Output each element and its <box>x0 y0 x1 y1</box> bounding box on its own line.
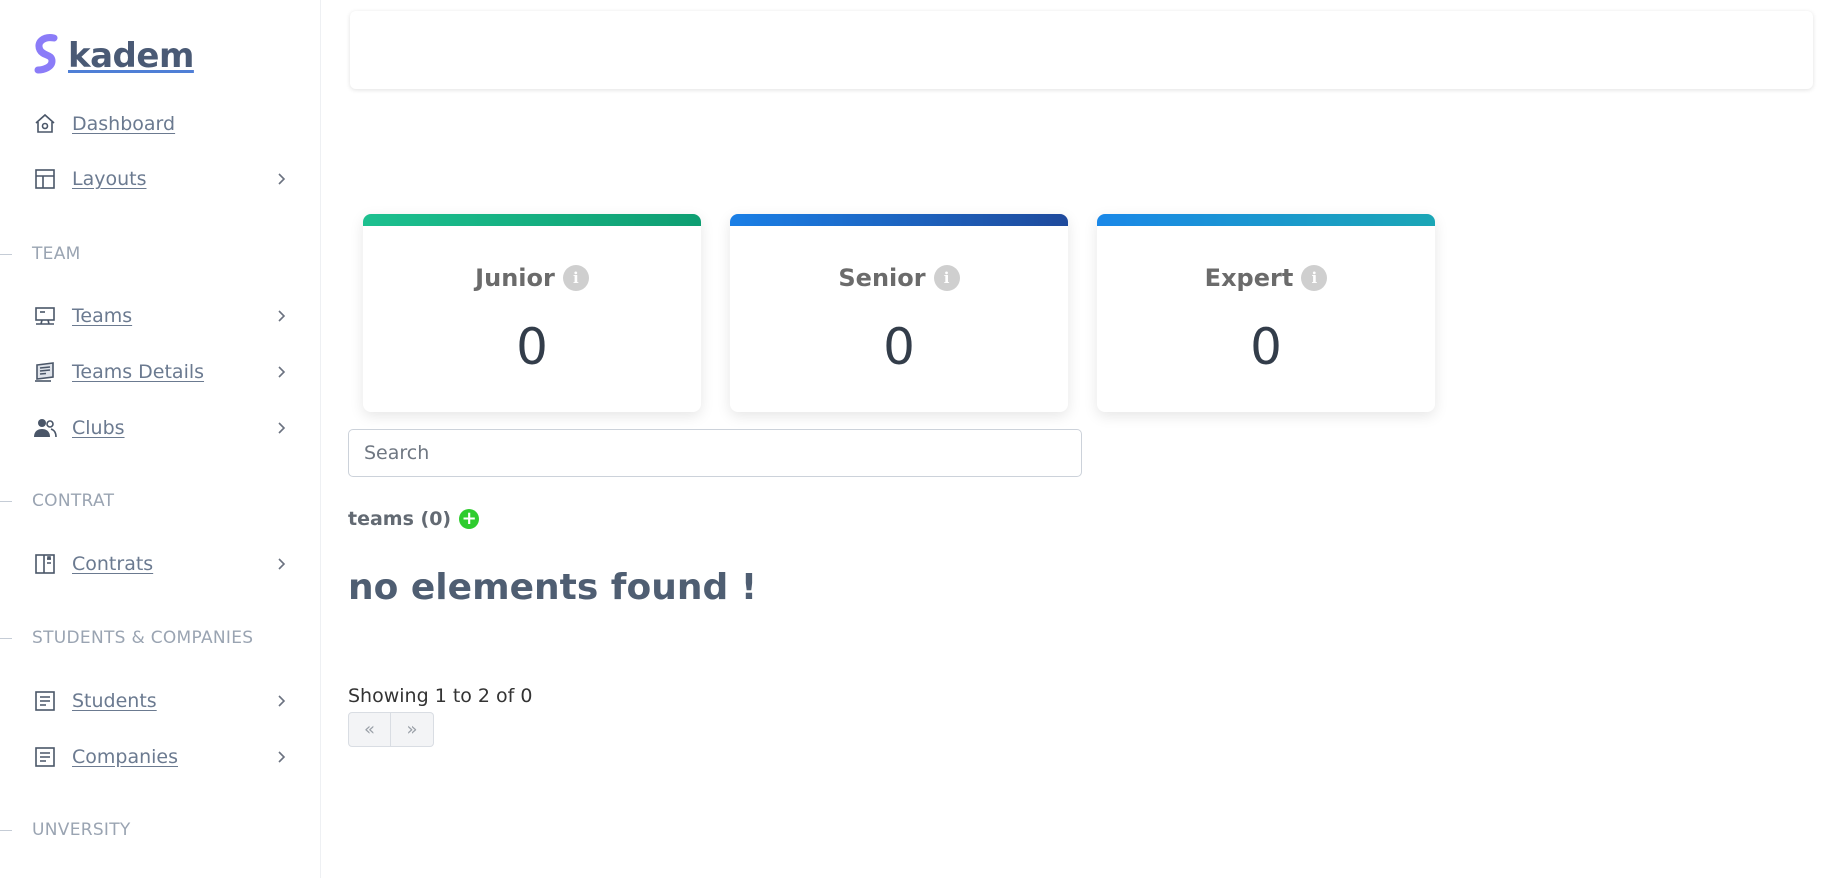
sidebar: kadem Dashboard Layouts TEAM Teams Teams… <box>0 0 320 878</box>
sidebar-item-label: Teams Details <box>72 361 205 383</box>
previous-page-button[interactable]: « <box>348 712 391 747</box>
sidebar-item-dashboard[interactable]: Dashboard <box>32 106 290 142</box>
sidebar-item-clubs[interactable]: Clubs <box>32 410 290 446</box>
card-value: 0 <box>883 318 915 376</box>
sidebar-item-teams[interactable]: Teams <box>32 298 290 334</box>
sidebar-item-label: Contrats <box>72 553 154 575</box>
next-page-button[interactable]: » <box>391 712 434 747</box>
section-divider <box>0 637 12 639</box>
card-value: 0 <box>1250 318 1282 376</box>
brand-name[interactable]: kadem <box>68 36 194 76</box>
section-label: UNVERSITY <box>32 820 131 840</box>
chevron-right-icon <box>278 366 286 378</box>
sidebar-item-teams-details[interactable]: Teams Details <box>32 354 290 390</box>
plus-circle-icon[interactable]: + <box>459 509 480 529</box>
section-divider <box>0 829 12 831</box>
sidebar-item-contrats[interactable]: Contrats <box>32 546 290 582</box>
sidebar-item-label: Dashboard <box>72 113 176 135</box>
sidebar-item-label: Teams <box>72 305 133 327</box>
section-label: STUDENTS & COMPANIES <box>32 628 254 648</box>
section-divider <box>0 253 12 255</box>
home-icon <box>32 111 58 137</box>
teams-count-label: teams (0) <box>348 508 452 530</box>
sidebar-item-students[interactable]: Students <box>32 683 290 719</box>
stat-card-junior: Junior i 0 <box>363 214 701 412</box>
card-accent-bar <box>730 214 1068 226</box>
sidebar-item-layouts[interactable]: Layouts <box>32 161 290 197</box>
card-value: 0 <box>516 318 548 376</box>
layout-icon <box>32 166 58 192</box>
stat-card-senior: Senior i 0 <box>730 214 1068 412</box>
section-label: CONTRAT <box>32 491 115 511</box>
teams-header: teams (0) + <box>348 508 480 530</box>
top-header-bar <box>350 11 1813 89</box>
section-students-companies: STUDENTS & COMPANIES <box>0 626 253 650</box>
chevron-right-icon <box>278 422 286 434</box>
book-icon <box>32 551 58 577</box>
pagination: « » <box>348 712 434 747</box>
card-accent-bar <box>363 214 701 226</box>
info-icon[interactable]: i <box>1301 265 1328 291</box>
sidebar-item-label: Layouts <box>72 168 147 190</box>
section-label: TEAM <box>32 244 81 264</box>
users-icon <box>32 415 58 441</box>
sidebar-item-label: Companies <box>72 746 179 768</box>
brand[interactable]: kadem <box>32 34 194 78</box>
document-icon <box>32 744 58 770</box>
section-divider <box>0 500 12 502</box>
card-title: Junior <box>475 264 555 292</box>
presentation-icon <box>32 303 58 329</box>
sidebar-item-label: Students <box>72 690 157 712</box>
pagination-summary: Showing 1 to 2 of 0 <box>348 685 533 707</box>
section-team: TEAM <box>0 242 81 266</box>
search-input[interactable] <box>348 429 1082 477</box>
sidebar-item-companies[interactable]: Companies <box>32 739 290 775</box>
info-icon[interactable]: i <box>562 265 589 291</box>
chevron-right-icon <box>278 173 286 185</box>
card-title: Senior <box>838 264 926 292</box>
cards-icon <box>32 359 58 385</box>
s-logo-icon <box>32 34 60 78</box>
document-icon <box>32 688 58 714</box>
card-accent-bar <box>1097 214 1435 226</box>
info-icon[interactable]: i <box>933 265 960 291</box>
chevron-right-icon <box>278 751 286 763</box>
card-title: Expert <box>1204 264 1294 292</box>
chevron-right-icon <box>278 558 286 570</box>
section-university: UNVERSITY <box>0 818 131 842</box>
stat-card-expert: Expert i 0 <box>1097 214 1435 412</box>
section-contrat: CONTRAT <box>0 489 114 513</box>
sidebar-item-label: Clubs <box>72 417 125 439</box>
chevron-right-icon <box>278 695 286 707</box>
chevron-right-icon <box>278 310 286 322</box>
empty-state-message: no elements found ! <box>348 567 758 608</box>
